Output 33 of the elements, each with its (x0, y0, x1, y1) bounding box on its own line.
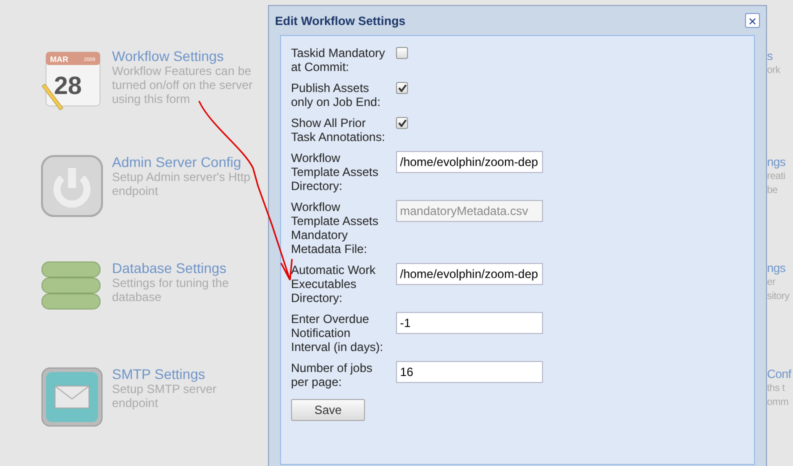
close-button[interactable]: × (745, 13, 760, 28)
checkbox[interactable] (396, 117, 408, 129)
field-label: Workflow Template Assets Mandatory Metadata File: (291, 200, 380, 256)
field-label: Taskid Mandatory at Commit: (291, 46, 386, 74)
text-field[interactable]: 16 (396, 361, 543, 383)
settings-description: ork (767, 64, 782, 78)
dialog-title: Edit Workflow Settings (275, 12, 406, 30)
field-label: Workflow Template Assets Directory: (291, 151, 380, 193)
settings-description: Settings for tuning the database (112, 276, 230, 304)
settings-title[interactable]: Conf (767, 366, 793, 382)
save-button[interactable]: Save (291, 399, 365, 421)
field-label: Enter Overdue Notification Interval (in days): (291, 312, 384, 354)
settings-description: ths t omm (767, 382, 790, 410)
settings-title[interactable]: s (767, 48, 793, 64)
text-field[interactable]: /home/evolphin/zoom-dep (396, 151, 543, 173)
checkbox[interactable] (396, 47, 408, 59)
field-label: Show All Prior Task Annotations: (291, 116, 386, 144)
text-field[interactable]: /home/evolphin/zoom-dep (396, 263, 543, 285)
settings-description: er sitory (767, 276, 790, 304)
field-label: Number of jobs per page: (291, 361, 374, 389)
settings-description: Setup SMTP server endpoint (112, 382, 218, 410)
mail-icon (40, 366, 104, 428)
text-field[interactable]: -1 (396, 312, 543, 334)
checkbox[interactable] (396, 82, 408, 94)
settings-title[interactable]: ngs (767, 154, 793, 170)
field-label: Publish Assets only on Job End: (291, 81, 382, 109)
checkmark-icon (398, 119, 406, 127)
power-icon (40, 154, 104, 218)
settings-description: reati be (767, 170, 786, 198)
settings-title[interactable]: ngs (767, 260, 793, 276)
settings-description: Setup Admin server's Http endpoint (112, 170, 252, 198)
settings-description: Workflow Features can be turned on/off on the server using this form (112, 64, 254, 106)
checkmark-icon (398, 84, 406, 92)
